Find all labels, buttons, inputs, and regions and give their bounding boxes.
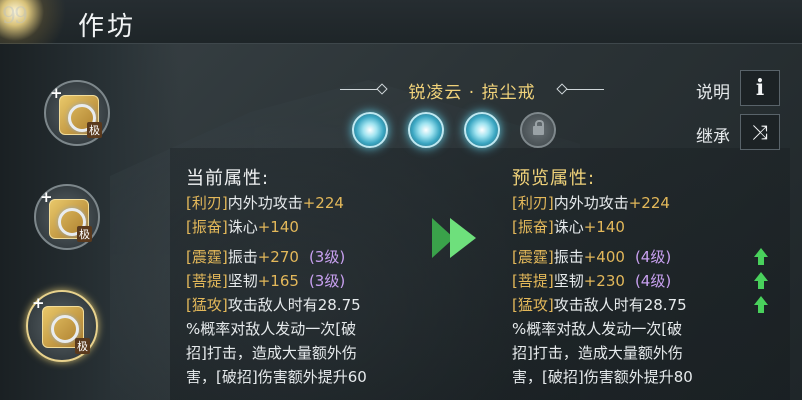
current-desc-line: 招]打击，造成大量额外伤 (186, 342, 357, 364)
preview-attr-line: [振奋]诛心+140 (512, 216, 625, 238)
preview-desc-line: 害，[破招]伤害额外提升80 (512, 366, 693, 388)
attr-name: 内外功攻击 (553, 194, 629, 212)
current-attr-line: [震霆]振击+270 (3级) (186, 246, 345, 268)
item-slot-ring-selected[interactable]: + 极 (26, 290, 98, 362)
desc-text: %概率对敌人发动一次[破 (512, 320, 683, 338)
desc-text: 招]打击，造成大量额外伤 (512, 344, 683, 362)
desc-text: 害，[破招]伤害额外提升80 (512, 368, 693, 386)
arrow-front-chevron (450, 218, 476, 258)
desc-text: 招]打击，造成大量额外伤 (186, 344, 357, 362)
attr-tag: [振奋] (512, 218, 554, 236)
preview-desc-line: %概率对敌人发动一次[破 (512, 318, 682, 340)
inherit-label: 继承 (696, 127, 730, 147)
preview-attr-line: [菩提]坚韧+230 (4级) (512, 270, 671, 292)
desc-text: 害，[破招]伤害额外提升60 (186, 368, 367, 386)
spark-gem-icon[interactable] (408, 112, 444, 148)
item-title-row: 锐凌云 · 掠尘戒 (340, 76, 604, 104)
attr-value: +224 (628, 194, 670, 212)
current-attr-line: [利刃]内外功攻击+224 (186, 192, 344, 214)
attr-tag: [震霆] (186, 248, 228, 266)
item-slot-bracelet[interactable]: + 极 (44, 80, 110, 146)
current-desc-line: %概率对敌人发动一次[破 (186, 318, 356, 340)
grade-badge: 极 (75, 338, 90, 354)
desc-text: 攻击敌人时有28.75 (553, 296, 687, 314)
preview-desc-line: [猛攻]攻击敌人时有28.75 (512, 294, 687, 316)
item-name: 锐凌云 · 掠尘戒 (408, 83, 536, 103)
desc-text: 攻击敌人时有28.75 (227, 296, 361, 314)
attr-name: 坚韧 (553, 272, 584, 290)
preview-attr-line: [利刃]内外功攻击+224 (512, 192, 670, 214)
grade-badge: 极 (77, 226, 92, 242)
attr-value: +230 (583, 272, 625, 290)
grade-badge: 极 (87, 122, 102, 138)
attr-level: (3级) (308, 248, 346, 266)
attr-value: +400 (583, 248, 625, 266)
current-attr-line: [菩提]坚韧+165 (3级) (186, 270, 345, 292)
current-desc-line: 害，[破招]伤害额外提升60 (186, 366, 367, 388)
current-attributes-heading: 当前属性: (186, 168, 270, 189)
attr-name: 内外功攻击 (227, 194, 303, 212)
attr-value: +270 (257, 248, 299, 266)
attr-tag: [菩提] (186, 272, 228, 290)
upgrade-up-arrow-icon (754, 296, 768, 314)
upgrade-arrow-icon (432, 218, 480, 258)
title-divider-left (340, 89, 378, 90)
attr-tag: [利刃] (186, 194, 228, 212)
attr-tag: [菩提] (512, 272, 554, 290)
attr-tag: [利刃] (512, 194, 554, 212)
info-button[interactable]: i (740, 70, 780, 106)
title-divider-right (566, 89, 604, 90)
current-desc-line: [猛攻]攻击敌人时有28.75 (186, 294, 361, 316)
attr-tag: [震霆] (512, 248, 554, 266)
attr-name: 坚韧 (227, 272, 258, 290)
title-diamond-left (376, 83, 388, 95)
preview-desc-line: 招]打击，造成大量额外伤 (512, 342, 683, 364)
page-title: 作坊 (78, 12, 137, 42)
locked-gem-slot[interactable] (520, 112, 556, 148)
attr-tag: [猛攻] (512, 296, 554, 314)
attr-value: +140 (257, 218, 299, 236)
spark-gem-icon[interactable] (352, 112, 388, 148)
attr-level: (4级) (634, 272, 672, 290)
attr-name: 振击 (227, 248, 258, 266)
attr-level: (4级) (634, 248, 672, 266)
shuffle-icon: ⤨ (752, 120, 768, 144)
attr-name: 诛心 (227, 218, 258, 236)
attr-value: +165 (257, 272, 299, 290)
header-bar: 99 作坊 (0, 0, 802, 44)
attr-name: 诛心 (553, 218, 584, 236)
preview-attributes-heading: 预览属性: (512, 168, 596, 189)
upgrade-up-arrow-icon (754, 248, 768, 266)
attr-value: +224 (302, 194, 344, 212)
attr-name: 振击 (553, 248, 584, 266)
attr-tag: [振奋] (186, 218, 228, 236)
inherit-button[interactable]: ⤨ (740, 114, 780, 150)
info-icon: i (755, 75, 765, 101)
info-label: 说明 (696, 83, 730, 103)
spark-gem-icon[interactable] (464, 112, 500, 148)
current-attr-line: [振奋]诛心+140 (186, 216, 299, 238)
item-slot-double-ring[interactable]: + 极 (34, 184, 100, 250)
desc-text: %概率对敌人发动一次[破 (186, 320, 357, 338)
upgrade-up-arrow-icon (754, 272, 768, 290)
attr-level: (3级) (308, 272, 346, 290)
attr-value: +140 (583, 218, 625, 236)
preview-attr-line: [震霆]振击+400 (4级) (512, 246, 671, 268)
header-deco-text: 99 (2, 4, 28, 29)
lock-icon (533, 120, 544, 135)
attr-tag: [猛攻] (186, 296, 228, 314)
